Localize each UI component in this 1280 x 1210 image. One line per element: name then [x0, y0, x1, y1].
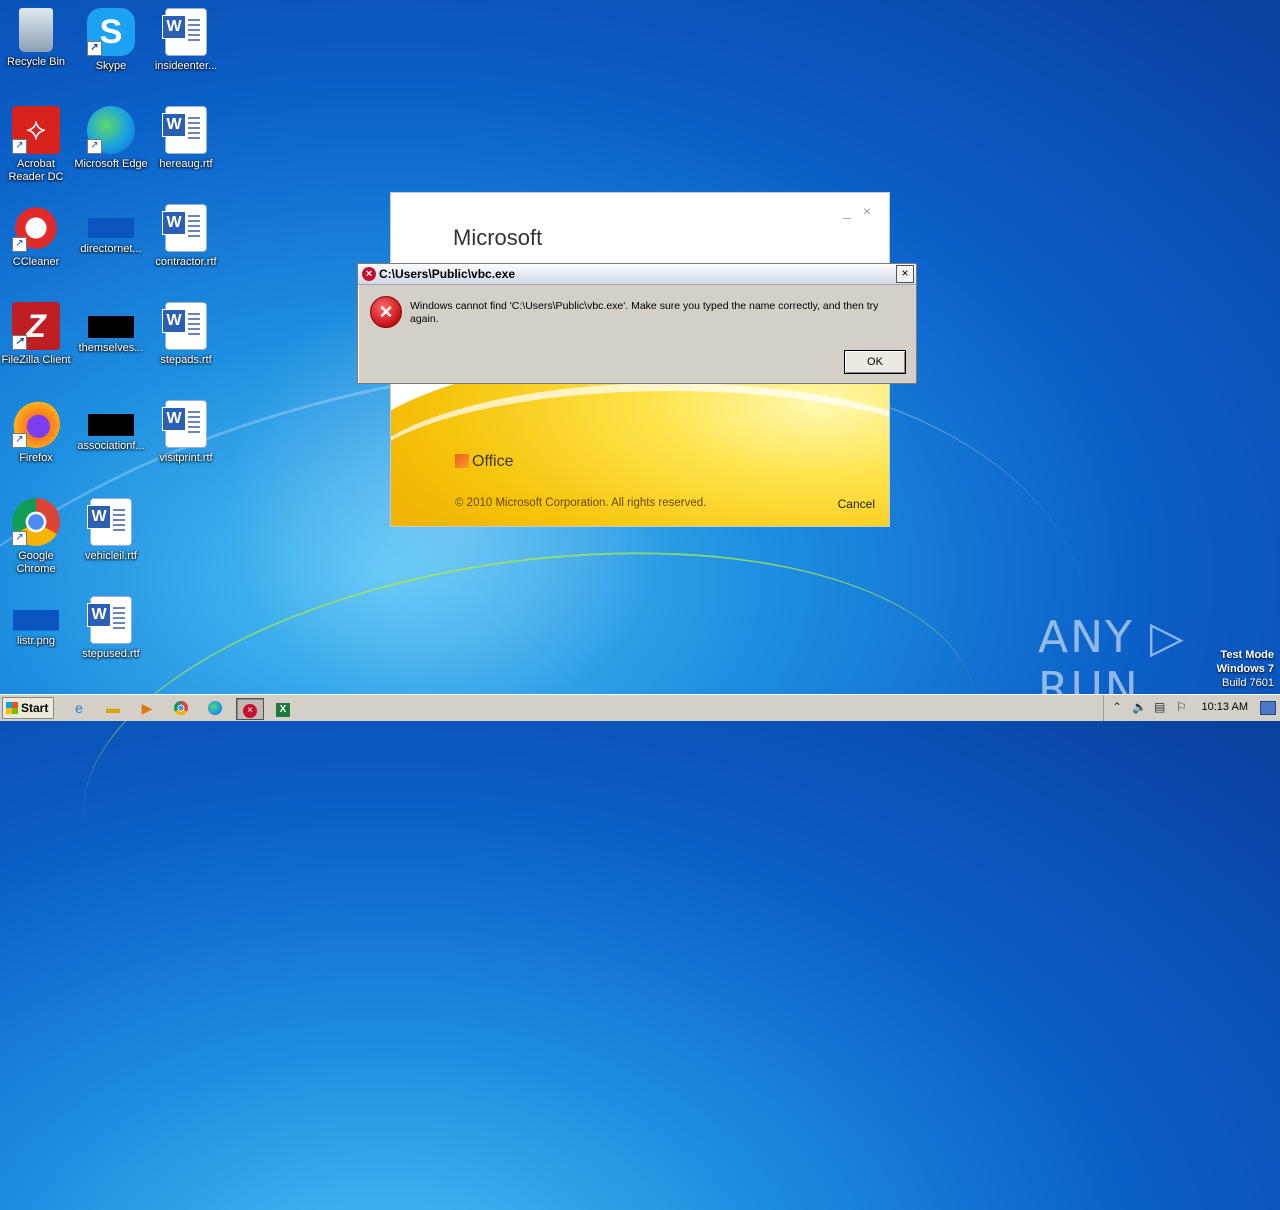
desktop-icon-label: themselves... [78, 342, 144, 354]
system-tray: ⌃ 🔈 ▤ ⚐ 10:13 AM [1103, 695, 1280, 721]
desktop-icon-label: Acrobat Reader DC [8, 158, 64, 183]
desktop-icon-directornet[interactable]: directornet... [73, 204, 149, 256]
error-icon: × [362, 267, 376, 281]
desktop-icon-contractor[interactable]: W contractor.rtf [148, 204, 224, 269]
explorer-folder-icon[interactable]: ▬ [102, 698, 124, 718]
office-logo: Office [455, 453, 514, 471]
desktop-icon-label: CCleaner [12, 256, 60, 268]
desktop-icon-label: Recycle Bin [6, 56, 66, 68]
test-mode-line: Test Mode [1220, 649, 1274, 661]
chrome-taskbar-icon[interactable] [170, 698, 192, 718]
desktop-icon-vehicleil[interactable]: W vehicleil.rtf [73, 498, 149, 563]
dialog-titlebar[interactable]: × C:\Users\Public\vbc.exe × [358, 264, 916, 285]
os-version-line: Windows 7 [1216, 663, 1274, 675]
desktop-icon-skype[interactable]: S ↗ Skype [73, 8, 149, 73]
desktop-icon-label: hereaug.rtf [159, 158, 213, 170]
splash-copyright: © 2010 Microsoft Corporation. All rights… [455, 497, 707, 509]
word-document-icon: W [162, 400, 207, 448]
desktop-icon-label: stepused.rtf [82, 648, 140, 660]
ccleaner-icon: ↗ [12, 204, 60, 252]
word-document-icon: W [87, 596, 132, 644]
desktop-icon-label: directornet... [80, 243, 142, 255]
desktop-icon-edge[interactable]: ↗ Microsoft Edge [73, 106, 149, 171]
desktop-icon-label: vehicleil.rtf [85, 550, 137, 562]
volume-icon[interactable]: 🔈 [1132, 700, 1147, 714]
word-document-icon: W [162, 204, 207, 252]
tray-expand-icon[interactable]: ⌃ [1112, 700, 1122, 714]
file-icon [88, 316, 134, 338]
word-document-icon: W [162, 302, 207, 350]
firefox-icon: ↗ [12, 400, 60, 448]
office-logo-text: Office [472, 453, 514, 470]
splash-window-controls[interactable]: _ × [843, 203, 875, 219]
chrome-icon: ↗ [12, 498, 60, 546]
network-icon[interactable]: ▤ [1154, 700, 1165, 714]
desktop-icon-label: Skype [95, 60, 127, 72]
test-mode-watermark: Test Mode Windows 7 Build 7601 [1217, 648, 1274, 690]
build-line: Build 7601 [1222, 677, 1274, 689]
desktop-icon-label: Firefox [19, 452, 53, 464]
close-button[interactable]: × [896, 265, 914, 283]
recycle-bin-icon [19, 8, 53, 52]
desktop-icon-label: listr.png [17, 635, 55, 647]
error-icon: × [370, 296, 402, 328]
action-center-flag-icon[interactable]: ⚐ [1176, 700, 1187, 714]
edge-taskbar-icon[interactable] [204, 698, 226, 718]
desktop-icon-visitprint[interactable]: W visitprint.rtf [148, 400, 224, 465]
file-icon [88, 414, 134, 436]
desktop-icon-label: associationf... [77, 440, 145, 452]
desktop-icon-stepads[interactable]: W stepads.rtf [148, 302, 224, 367]
dialog-title: C:\Users\Public\vbc.exe [379, 267, 516, 281]
taskbar: Start e ▬ ▶ × X ⌃ 🔈 ▤ ⚐ 10:13 AM [0, 694, 1280, 721]
error-dialog: × C:\Users\Public\vbc.exe × × Windows ca… [357, 263, 917, 384]
desktop-icon-chrome[interactable]: ↗ Google Chrome [0, 498, 74, 576]
start-label: Start [21, 701, 49, 715]
desktop-icon-label: Microsoft Edge [74, 158, 148, 170]
splash-brand: Microsoft [453, 225, 543, 250]
desktop-icon-label: FileZilla Client [1, 354, 71, 366]
desktop-icon-label: stepads.rtf [160, 354, 212, 366]
desktop-icon-label: insideenter... [154, 60, 218, 72]
skype-icon: S ↗ [87, 8, 135, 56]
word-document-icon: W [87, 498, 132, 546]
desktop-icon-label: contractor.rtf [155, 256, 217, 268]
show-desktop-icon[interactable] [1260, 701, 1276, 715]
office-logo-icon [455, 454, 469, 468]
filezilla-icon: Z ↗ [12, 302, 60, 350]
desktop-icon-label: visitprint.rtf [159, 452, 213, 464]
desktop-icon-insideenter[interactable]: W insideenter... [148, 8, 224, 73]
desktop-icon-filezilla[interactable]: Z ↗ FileZilla Client [0, 302, 74, 367]
desktop-icon-themselves[interactable]: themselves... [73, 302, 149, 355]
ok-button[interactable]: OK [844, 350, 906, 374]
desktop-icon-acrobat[interactable]: ⟡ ↗ Acrobat Reader DC [0, 106, 74, 184]
image-file-icon [13, 610, 59, 631]
desktop-icon-associationf[interactable]: associationf... [73, 400, 149, 453]
desktop-icon-stepused[interactable]: W stepused.rtf [73, 596, 149, 661]
desktop-icon-recycle-bin[interactable]: Recycle Bin [0, 8, 74, 69]
desktop-icon-firefox[interactable]: ↗ Firefox [0, 400, 74, 465]
media-player-icon[interactable]: ▶ [136, 698, 158, 718]
error-dialog-taskbar-button[interactable]: × [236, 698, 264, 720]
word-document-icon: W [162, 106, 207, 154]
desktop-icon-ccleaner[interactable]: ↗ CCleaner [0, 204, 74, 269]
ie-icon[interactable]: e [68, 698, 90, 718]
start-button[interactable]: Start [2, 697, 54, 719]
excel-taskbar-icon[interactable]: X [272, 698, 294, 718]
windows-logo-icon [6, 702, 18, 714]
file-icon [88, 218, 134, 239]
desktop-icon-label: Google Chrome [16, 550, 56, 575]
acrobat-icon: ⟡ ↗ [12, 106, 60, 154]
edge-icon: ↗ [87, 106, 135, 154]
desktop-icon-hereaug[interactable]: W hereaug.rtf [148, 106, 224, 171]
splash-cancel-link[interactable]: Cancel [838, 497, 875, 511]
dialog-message: Windows cannot find 'C:\Users\Public\vbc… [410, 300, 879, 325]
taskbar-clock[interactable]: 10:13 AM [1202, 701, 1248, 713]
word-document-icon: W [162, 8, 207, 56]
desktop-icon-listr[interactable]: listr.png [0, 596, 74, 648]
